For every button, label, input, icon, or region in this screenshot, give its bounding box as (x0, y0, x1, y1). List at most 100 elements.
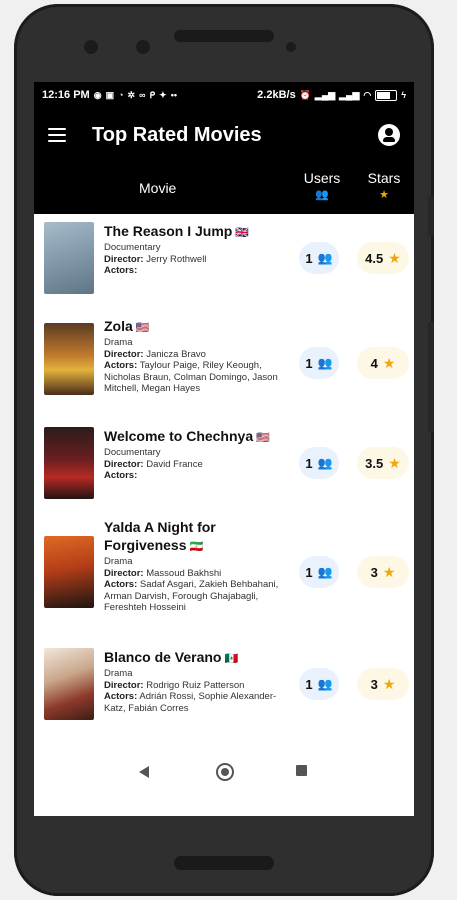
movie-row[interactable]: Blanco de Verano 🇲🇽 Drama Director: Rodri… (34, 640, 414, 740)
stars-column-label: Stars (367, 170, 401, 186)
star-icon: ★ (382, 354, 396, 371)
phone-frame: 12:16 PM ◉ ▣ ◔ ✲ ∞ ᑭ ✦ •• 2.2kB/s ⏰ ▂▄▆ … (14, 4, 434, 896)
power-button (428, 196, 434, 236)
star-icon: ★ (382, 675, 396, 692)
volume-button (428, 322, 434, 432)
movie-director: Director: Massoud Bakhshi (104, 567, 222, 579)
group-icon: 👥 (317, 356, 333, 370)
alarm-icon: ⏰ (299, 89, 311, 100)
link-icon: ∞ (139, 90, 146, 100)
movie-director: Director: Rodrigo Ruiz Patterson (104, 679, 245, 691)
users-count: 1 (305, 355, 313, 371)
star-icon: ★ (388, 249, 401, 266)
star-icon: ★ (382, 563, 396, 580)
star-icon: ★ (379, 189, 389, 201)
flag-icon: 🇲🇽 (224, 653, 239, 665)
stars-rating-chip[interactable]: 3 ★ (357, 556, 409, 588)
stars-rating: 3 (370, 676, 378, 692)
movie-poster (44, 648, 94, 720)
flag-icon: 🇮🇷 (189, 541, 204, 553)
movie-title: Zola (104, 318, 133, 334)
users-count-chip[interactable]: 1 👥 (299, 242, 339, 274)
network-speed: 2.2kB/s (257, 89, 296, 101)
movie-director: Director: Jerry Rothwell (104, 253, 207, 265)
flag-icon: 🇬🇧 (235, 227, 250, 239)
status-time: 12:16 PM (42, 89, 90, 101)
status-bar: 12:16 PM ◉ ▣ ◔ ✲ ∞ ᑭ ✦ •• 2.2kB/s ⏰ ▂▄▆ … (34, 82, 414, 108)
movie-genre: Documentary (104, 447, 161, 458)
movie-poster (44, 222, 94, 294)
group-icon: 👥 (317, 565, 333, 579)
movie-title-line: Yalda A Night for Forgiveness 🇮🇷 (104, 518, 289, 556)
movie-title: Welcome to Chechnya (104, 428, 254, 444)
movie-actors: Actors: (104, 265, 138, 276)
movie-title-line: The Reason I Jump 🇬🇧 (104, 222, 289, 242)
stars-rating-chip[interactable]: 3 ★ (357, 668, 409, 700)
movie-poster (44, 323, 94, 395)
movie-actors: Actors: Sadaf Asgari, Zakieh Behbahani, … (104, 579, 279, 613)
more-icon: •• (170, 90, 177, 100)
stars-rating-chip[interactable]: 4 ★ (357, 347, 409, 379)
movie-title-line: Zola 🇺🇸 (104, 317, 289, 337)
menu-icon[interactable] (48, 128, 66, 142)
app-bar: Top Rated Movies (34, 108, 414, 162)
users-count-chip[interactable]: 1 👥 (299, 556, 339, 588)
movie-poster (44, 427, 94, 499)
rss-icon: ◔ (118, 90, 124, 100)
whatsapp-icon: ◉ (93, 89, 102, 100)
front-sensor (136, 40, 150, 54)
users-count-chip[interactable]: 1 👥 (299, 668, 339, 700)
settings-icon: ✲ (127, 89, 136, 100)
movie-row[interactable]: Zola 🇺🇸 Drama Director: Janicza Bravo Act… (34, 309, 414, 419)
image-icon: ▣ (105, 89, 115, 100)
movie-row[interactable]: Welcome to Chechnya 🇺🇸 Documentary Direct… (34, 419, 414, 507)
star-icon: ★ (388, 454, 401, 471)
movie-director: Director: Janicza Bravo (104, 348, 206, 360)
home-circle-icon[interactable] (216, 763, 234, 781)
back-triangle-icon[interactable] (139, 766, 149, 778)
users-count: 1 (305, 455, 313, 471)
app-title: Top Rated Movies (92, 123, 262, 146)
charging-icon: ϟ (401, 90, 406, 100)
signal-icon: ▂▄▆ (339, 89, 360, 100)
users-count: 1 (305, 676, 313, 692)
movie-row[interactable]: The Reason I Jump 🇬🇧 Documentary Director… (34, 214, 414, 306)
movie-genre: Drama (104, 337, 133, 348)
flag-icon: 🇺🇸 (256, 432, 270, 444)
signal-icon: ▂▄▆ (314, 89, 336, 100)
stars-rating: 4.5 (365, 250, 384, 266)
recents-square-icon[interactable] (296, 765, 307, 776)
users-count-chip[interactable]: 1 👥 (299, 447, 339, 479)
stars-rating: 4 (370, 355, 378, 371)
movie-actors: Actors: Adrián Rossi, Sophie Alexander-K… (104, 691, 277, 714)
group-icon: 👥 (317, 677, 333, 691)
users-count: 1 (305, 564, 313, 580)
bottom-speaker (174, 856, 274, 870)
stars-rating-chip[interactable]: 4.5 ★ (357, 242, 409, 274)
group-icon: 👥 (315, 189, 329, 201)
users-column-header[interactable]: Users 👥 (302, 170, 342, 201)
movie-list: The Reason I Jump 🇬🇧 Documentary Director… (34, 214, 414, 744)
movie-actors: Actors: (104, 470, 138, 481)
group-icon: 👥 (317, 456, 333, 470)
movie-row[interactable]: Yalda A Night for Forgiveness 🇮🇷 Drama Di… (34, 510, 414, 636)
users-count-chip[interactable]: 1 👥 (299, 347, 339, 379)
users-count: 1 (305, 250, 313, 266)
stars-column-header[interactable]: Stars ★ (364, 170, 404, 201)
account-circle-icon[interactable] (378, 124, 400, 146)
stars-rating: 3 (370, 564, 378, 580)
wifi-icon: ◠ (363, 89, 372, 100)
twitter-icon: ✦ (159, 89, 167, 100)
stars-rating: 3.5 (365, 455, 384, 471)
movie-column-header: Movie (139, 180, 177, 196)
screen: 12:16 PM ◉ ▣ ◔ ✲ ∞ ᑭ ✦ •• 2.2kB/s ⏰ ▂▄▆ … (34, 82, 414, 816)
movie-title-line: Welcome to Chechnya 🇺🇸 (104, 427, 289, 447)
movie-genre: Drama (104, 556, 133, 567)
column-header: Movie Users 👥 Stars ★ (34, 162, 414, 214)
earpiece-speaker (174, 30, 274, 42)
stars-rating-chip[interactable]: 3.5 ★ (357, 447, 409, 479)
users-column-label: Users (303, 170, 341, 186)
flag-icon: 🇺🇸 (135, 322, 150, 334)
front-camera (84, 40, 98, 54)
group-icon: 👥 (317, 251, 333, 265)
